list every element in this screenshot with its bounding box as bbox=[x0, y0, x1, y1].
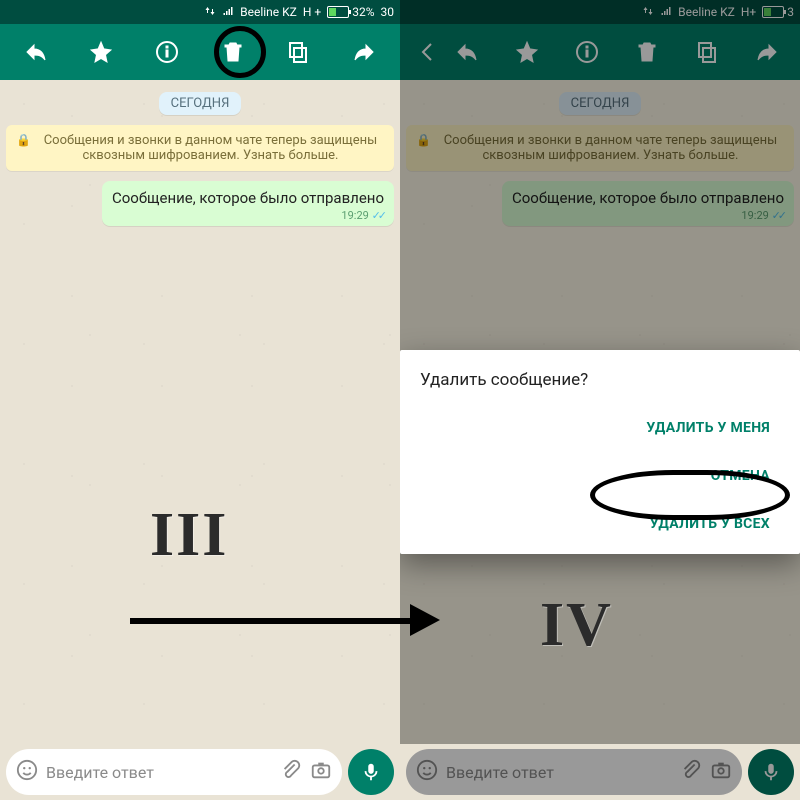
data-updown-icon bbox=[204, 5, 216, 20]
carrier-label: Beeline KZ bbox=[678, 5, 735, 19]
reply-button[interactable] bbox=[447, 32, 487, 72]
battery-icon bbox=[762, 6, 784, 18]
network-type-label: H + bbox=[303, 5, 321, 19]
carrier-label: Beeline KZ bbox=[240, 5, 297, 19]
reply-button[interactable] bbox=[16, 32, 56, 72]
info-button[interactable] bbox=[147, 32, 187, 72]
message-meta: 19:29 ✓✓ bbox=[512, 209, 784, 222]
date-chip: СЕГОДНЯ bbox=[559, 92, 642, 115]
cancel-button[interactable]: ОТМЕНА bbox=[701, 456, 780, 496]
battery-indicator: 3 bbox=[762, 5, 794, 19]
battery-icon bbox=[327, 6, 349, 18]
message-text: Сообщение, которое было отправлено bbox=[112, 189, 384, 207]
lock-icon: 🔒 bbox=[416, 133, 431, 147]
screenshot-panel-left: Beeline KZ H + 32% 30 СЕГОДНЯ 🔒 Сообщени… bbox=[0, 0, 400, 800]
data-updown-icon bbox=[642, 5, 654, 20]
screenshot-panel-right: Beeline KZ H+ 3 СЕГОДНЯ 🔒 Сообщения и зв… bbox=[400, 0, 800, 800]
lock-icon: 🔒 bbox=[16, 133, 31, 147]
chat-body: СЕГОДНЯ 🔒 Сообщения и звонки в данном ча… bbox=[400, 80, 800, 744]
encryption-banner-text: Сообщения и звонки в данном чате теперь … bbox=[437, 133, 784, 163]
emoji-icon[interactable] bbox=[416, 759, 438, 785]
message-input-placeholder: Введите ответ bbox=[46, 763, 272, 782]
date-chip: СЕГОДНЯ bbox=[159, 92, 242, 115]
forward-button[interactable] bbox=[344, 32, 384, 72]
message-time: 19:29 bbox=[341, 209, 368, 222]
delete-button[interactable] bbox=[213, 32, 253, 72]
star-button[interactable] bbox=[507, 32, 547, 72]
camera-icon[interactable] bbox=[710, 759, 732, 785]
star-button[interactable] bbox=[81, 32, 121, 72]
attach-icon[interactable] bbox=[280, 759, 302, 785]
delete-for-everyone-button[interactable]: УДАЛИТЬ У ВСЕХ bbox=[640, 504, 780, 544]
battery-percent: 32% bbox=[352, 5, 374, 19]
outgoing-message[interactable]: Сообщение, которое было отправлено 19:29… bbox=[502, 181, 794, 226]
message-input-bar: Введите ответ bbox=[0, 744, 400, 800]
message-input-placeholder: Введите ответ bbox=[446, 763, 672, 782]
dialog-title: Удалить сообщение? bbox=[420, 370, 780, 390]
selection-action-bar bbox=[400, 24, 800, 80]
camera-icon[interactable] bbox=[310, 759, 332, 785]
signal-icon bbox=[222, 5, 234, 20]
message-text: Сообщение, которое было отправлено bbox=[512, 189, 784, 207]
outgoing-message[interactable]: Сообщение, которое было отправлено 19:29… bbox=[102, 181, 394, 226]
encryption-banner-text: Сообщения и звонки в данном чате теперь … bbox=[37, 133, 384, 163]
attach-icon[interactable] bbox=[680, 759, 702, 785]
message-input[interactable]: Введите ответ bbox=[406, 749, 742, 795]
signal-icon bbox=[660, 5, 672, 20]
message-input-bar: Введите ответ bbox=[400, 744, 800, 800]
double-check-icon: ✓✓ bbox=[772, 209, 784, 222]
copy-button[interactable] bbox=[687, 32, 727, 72]
battery-percent-fragment: 3 bbox=[787, 5, 794, 19]
message-time: 19:29 bbox=[741, 209, 768, 222]
chat-body: СЕГОДНЯ 🔒 Сообщения и звонки в данном ча… bbox=[0, 80, 400, 744]
selection-action-bar bbox=[0, 24, 400, 80]
voice-message-button[interactable] bbox=[348, 749, 394, 795]
status-bar: Beeline KZ H+ 3 bbox=[400, 0, 800, 24]
status-bar: Beeline KZ H + 32% 30 bbox=[0, 0, 400, 24]
delete-for-me-button[interactable]: УДАЛИТЬ У МЕНЯ bbox=[636, 408, 780, 448]
double-check-icon: ✓✓ bbox=[372, 209, 384, 222]
network-type-label: H+ bbox=[741, 5, 756, 19]
delete-message-dialog: Удалить сообщение? УДАЛИТЬ У МЕНЯ ОТМЕНА… bbox=[400, 350, 800, 554]
message-meta: 19:29 ✓✓ bbox=[112, 209, 384, 222]
message-input[interactable]: Введите ответ bbox=[6, 749, 342, 795]
forward-button[interactable] bbox=[747, 32, 787, 72]
clock-fragment: 30 bbox=[381, 5, 395, 19]
emoji-icon[interactable] bbox=[16, 759, 38, 785]
encryption-banner[interactable]: 🔒 Сообщения и звонки в данном чате тепер… bbox=[406, 125, 794, 171]
encryption-banner[interactable]: 🔒 Сообщения и звонки в данном чате тепер… bbox=[6, 125, 394, 171]
info-button[interactable] bbox=[567, 32, 607, 72]
battery-indicator: 32% bbox=[327, 5, 374, 19]
delete-button[interactable] bbox=[627, 32, 667, 72]
voice-message-button[interactable] bbox=[748, 749, 794, 795]
copy-button[interactable] bbox=[278, 32, 318, 72]
